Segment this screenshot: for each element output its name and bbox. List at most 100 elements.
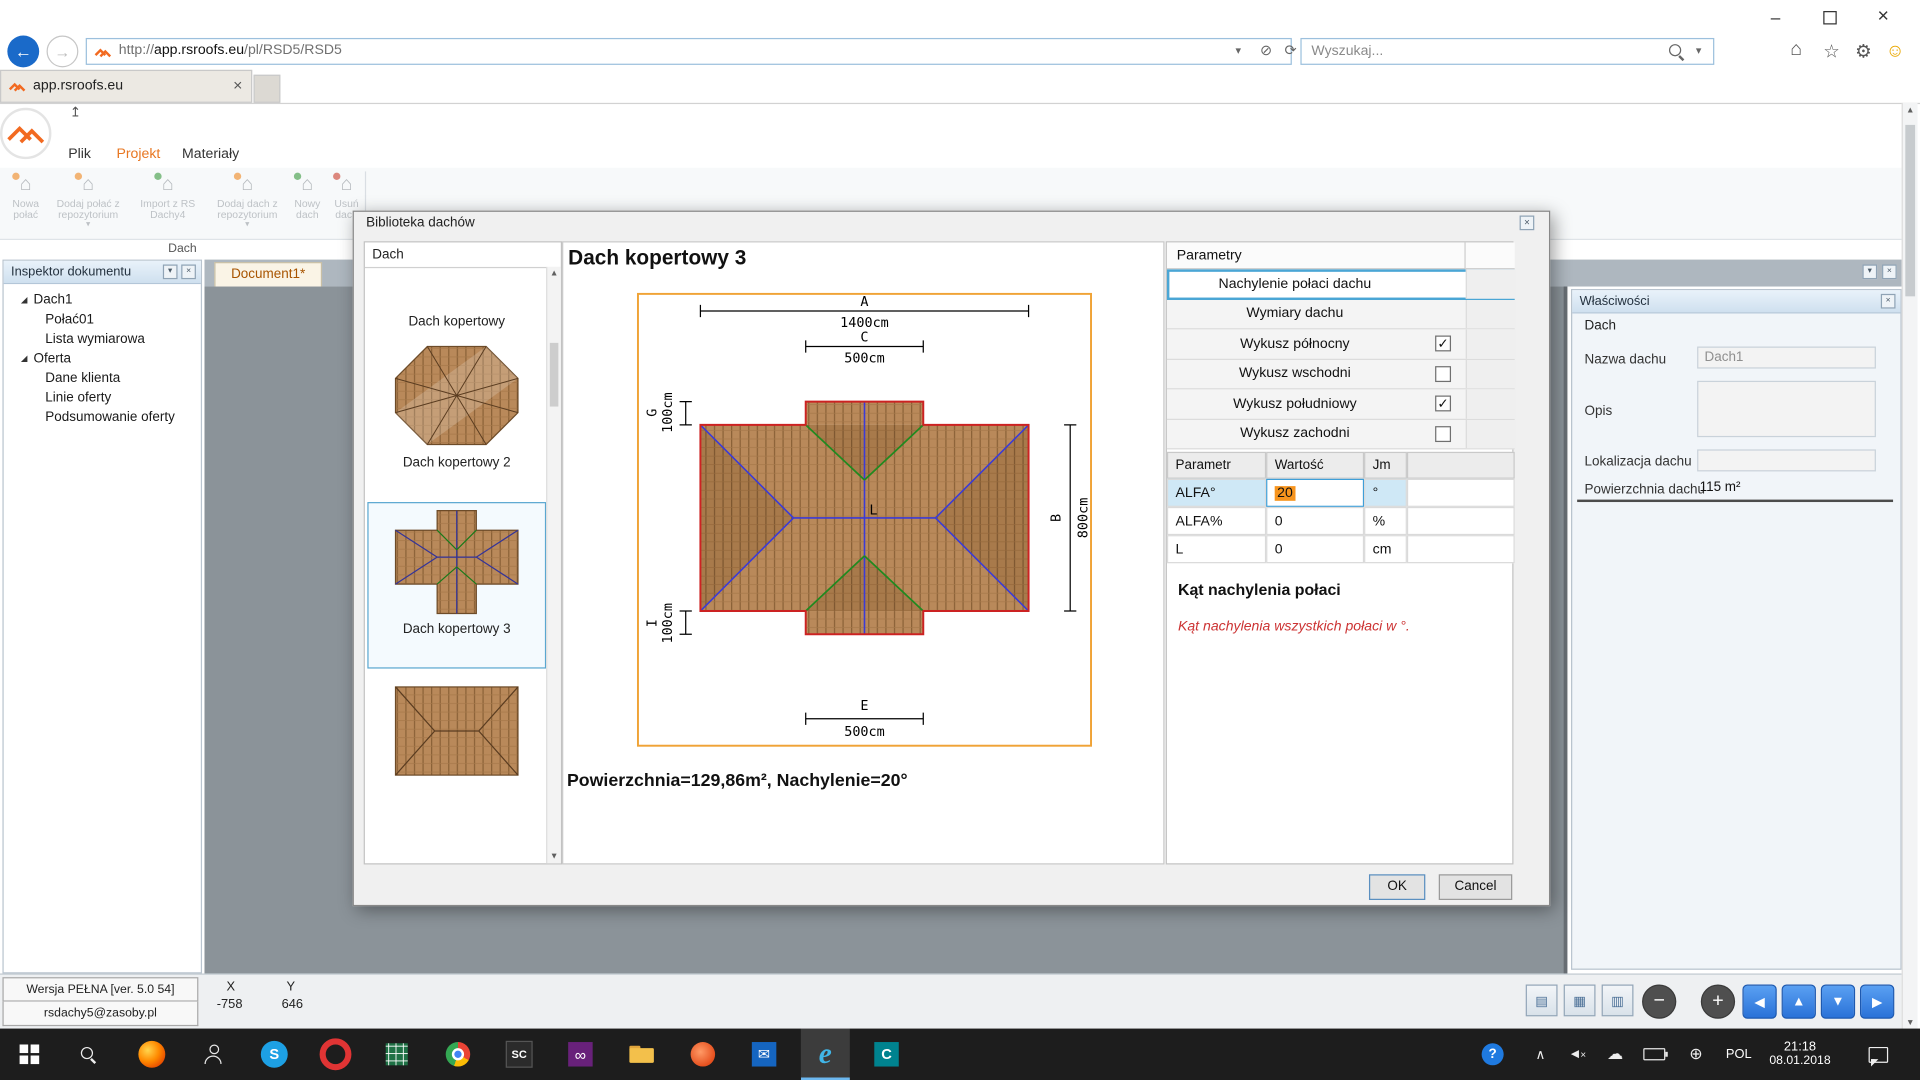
taskbar-chrome-icon[interactable]	[433, 1029, 482, 1080]
taskbar-visual-studio-icon[interactable]: ∞	[556, 1029, 605, 1080]
taskbar-orange-app-icon[interactable]	[678, 1029, 727, 1080]
cell-value-editor[interactable]: 20	[1266, 479, 1364, 507]
ribbon-button-nowy-dach[interactable]: ⌂ Nowy dach	[289, 171, 326, 235]
desc-field[interactable]	[1697, 381, 1876, 437]
ribbon-tab-materialy[interactable]: Materiały	[174, 141, 247, 168]
tracking-protection-icon[interactable]: ⊘	[1260, 42, 1272, 59]
scroll-down-icon[interactable]: ▼	[1903, 1019, 1918, 1028]
ribbon-button-nowa-polac[interactable]: ⌂ Nowa połać	[5, 171, 47, 235]
tree-expander-icon[interactable]: ◢	[21, 354, 28, 364]
param-row-nachylenie[interactable]: Nachylenie połaci dachu	[1167, 269, 1515, 299]
scrollbar-thumb[interactable]	[550, 343, 559, 407]
cell-param[interactable]: ALFA°	[1167, 479, 1266, 507]
address-dropdown-icon[interactable]: ▾	[1236, 44, 1242, 57]
tree-item[interactable]: Lista wymiarowa	[45, 329, 145, 349]
taskbar-help-icon[interactable]: ?	[1468, 1029, 1517, 1080]
back-button[interactable]: ←	[7, 36, 39, 68]
list-scrollbar[interactable]: ▲ ▼	[546, 267, 561, 863]
panel-collapse-icon[interactable]: ▾	[163, 264, 178, 279]
pan-down-button[interactable]: ▼	[1821, 984, 1855, 1018]
tab-close-icon[interactable]: ×	[233, 76, 242, 94]
start-button[interactable]	[0, 1029, 59, 1080]
browser-tab[interactable]: app.rsroofs.eu ×	[0, 70, 252, 103]
taskbar-search-button[interactable]	[59, 1029, 118, 1080]
taskbar-file-explorer-icon[interactable]	[617, 1029, 666, 1080]
scroll-up-icon[interactable]: ▲	[547, 269, 560, 278]
param-row-wymiary[interactable]: Wymiary dachu	[1167, 299, 1515, 329]
ok-button[interactable]: OK	[1369, 874, 1425, 900]
cell-param[interactable]: L	[1167, 535, 1266, 563]
tree-item[interactable]: Dane klienta	[45, 369, 120, 389]
cancel-button[interactable]: Cancel	[1439, 874, 1512, 900]
taskbar-people-icon[interactable]	[189, 1029, 238, 1080]
name-field[interactable]: Dach1	[1697, 347, 1876, 369]
dialog-titlebar[interactable]: Biblioteka dachów ×	[354, 212, 1549, 236]
taskbar-opera-icon[interactable]	[311, 1029, 360, 1080]
taskbar-firefox-icon[interactable]	[127, 1029, 176, 1080]
tray-volume-muted-icon[interactable]: ◄×	[1559, 1029, 1596, 1080]
action-center-button[interactable]	[1856, 1029, 1900, 1080]
param-row-wykusz-zachodni[interactable]: Wykusz zachodni	[1167, 419, 1515, 449]
maximize-button[interactable]	[1802, 0, 1856, 34]
new-tab-stub[interactable]	[253, 75, 280, 103]
tree-item[interactable]: ◢Oferta	[21, 349, 71, 369]
scroll-down-icon[interactable]: ▼	[547, 852, 560, 861]
param-row-wykusz-polnocny[interactable]: Wykusz północny ✓	[1167, 329, 1515, 359]
search-box[interactable]: Wyszukaj... ▾	[1300, 38, 1714, 65]
checkbox[interactable]	[1435, 366, 1451, 382]
ribbon-button-dodaj-dach[interactable]: ⌂ Dodaj dach z repozytorium ▾	[208, 171, 286, 235]
search-icon[interactable]	[1669, 44, 1685, 60]
ribbon-tab-projekt[interactable]: Projekt	[108, 141, 169, 168]
param-row-wykusz-wschodni[interactable]: Wykusz wschodni	[1167, 359, 1515, 389]
panel-close-icon[interactable]: ×	[1881, 294, 1896, 309]
view-mode-button-2[interactable]: ▦	[1564, 984, 1596, 1016]
dialog-close-icon[interactable]: ×	[1520, 216, 1535, 231]
taskbar-skype-icon[interactable]: S	[250, 1029, 299, 1080]
checkbox[interactable]	[1435, 426, 1451, 442]
tray-language-indicator[interactable]: POL	[1717, 1029, 1761, 1080]
zoom-in-button[interactable]: +	[1701, 984, 1735, 1018]
page-scrollbar[interactable]: ▲ ▼	[1902, 103, 1918, 1031]
tray-clock[interactable]: 21:18 08.01.2018	[1761, 1029, 1839, 1080]
favorites-star-icon[interactable]: ☆	[1823, 40, 1839, 62]
view-mode-button-3[interactable]: ▥	[1602, 984, 1634, 1016]
pan-right-button[interactable]: ▶	[1860, 984, 1894, 1018]
cell-value[interactable]: 0	[1266, 535, 1364, 563]
search-dropdown-icon[interactable]: ▾	[1696, 44, 1702, 57]
taskbar-internet-explorer-icon[interactable]: e	[801, 1029, 850, 1080]
tray-cloud-icon[interactable]: ☁	[1596, 1029, 1635, 1080]
scroll-up-icon[interactable]: ▲	[1903, 107, 1918, 116]
panel-divider[interactable]	[1577, 500, 1893, 502]
taskbar-c-app-icon[interactable]: C	[862, 1029, 911, 1080]
strip-close-icon[interactable]: ×	[1882, 264, 1897, 279]
taskbar-mail-icon[interactable]: ✉	[740, 1029, 789, 1080]
tree-item[interactable]: Podsumowanie oferty	[45, 408, 175, 428]
ribbon-tab-plik[interactable]: Plik	[56, 141, 103, 168]
home-icon[interactable]: ⌂	[1790, 39, 1802, 61]
document-tab[interactable]: Document1*	[214, 262, 322, 286]
pin-icon[interactable]: ↥	[70, 104, 81, 120]
tree-item[interactable]: Linie oferty	[45, 388, 111, 408]
address-bar[interactable]: http://app.rsroofs.eu/pl/RSD5/RSD5 ▾ ⊘ ⟳	[86, 38, 1292, 65]
ribbon-button-import[interactable]: ⌂ Import z RS Dachy4	[130, 171, 206, 235]
feedback-smiley-icon[interactable]: ☺	[1886, 40, 1905, 61]
checkbox[interactable]: ✓	[1435, 396, 1451, 412]
minimize-button[interactable]: –	[1749, 0, 1803, 34]
list-item-selected[interactable]: Dach kopertowy 3	[369, 503, 545, 667]
tree-expander-icon[interactable]: ◢	[21, 295, 28, 305]
param-row-wykusz-poludniowy[interactable]: Wykusz południowy ✓	[1167, 389, 1515, 419]
settings-gear-icon[interactable]: ⚙	[1855, 40, 1871, 62]
tree-item[interactable]: Połać01	[45, 310, 94, 330]
tree-item[interactable]: ◢Dach1	[21, 290, 73, 310]
list-item[interactable]: Dach kopertowy	[369, 268, 545, 332]
tray-chevron-up-icon[interactable]: ∧	[1522, 1029, 1559, 1080]
checkbox[interactable]: ✓	[1435, 336, 1451, 352]
refresh-icon[interactable]: ⟳	[1284, 42, 1296, 59]
tray-network-icon[interactable]: ⊕	[1676, 1029, 1715, 1080]
view-mode-button-1[interactable]: ▤	[1526, 984, 1558, 1016]
ribbon-button-dodaj-polac[interactable]: ⌂ Dodaj połać z repozytorium ▾	[49, 171, 127, 235]
close-button[interactable]: ×	[1856, 0, 1910, 34]
cell-value[interactable]: 0	[1266, 507, 1364, 535]
taskbar-sc-app-icon[interactable]: SC	[495, 1029, 544, 1080]
list-item[interactable]	[369, 677, 545, 790]
